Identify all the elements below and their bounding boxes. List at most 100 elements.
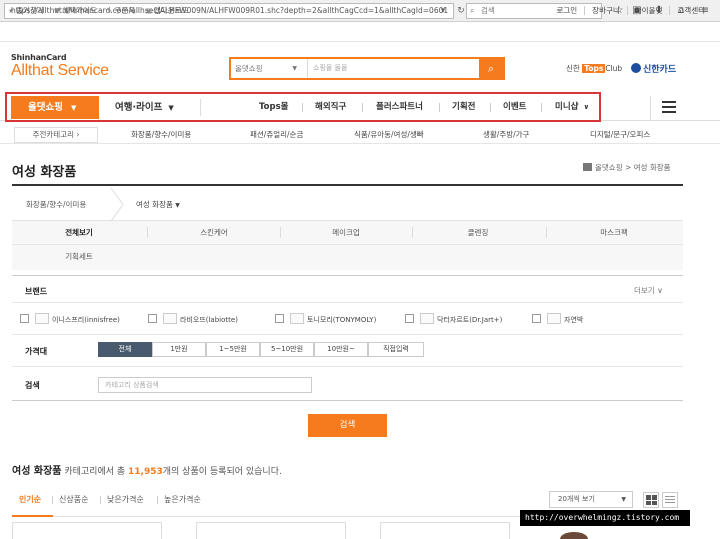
filter-search-button[interactable]: 검색 [308, 414, 387, 437]
tops-club-link[interactable]: 신한 Tops Club [566, 63, 622, 74]
brand-option[interactable]: 자연박 [532, 313, 583, 327]
chevron-right-icon: › [76, 130, 80, 139]
subcat-fashion[interactable]: 패션/쥬얼리/순금 [250, 127, 303, 143]
price-filter-label: 가격대 [25, 347, 48, 356]
brand-option[interactable]: 라비오뜨(labiotte) [148, 313, 238, 327]
subcat-food[interactable]: 식품/유아동/여성/생빠 [354, 127, 424, 143]
breadcrumb: 올댓쇼핑 > 여성 화장품 [583, 162, 671, 173]
checkbox[interactable] [275, 314, 284, 323]
category-makeup[interactable]: 메이크업 [328, 222, 364, 243]
list-view-icon[interactable] [662, 492, 678, 508]
subcat-living[interactable]: 생활/주방/가구 [483, 127, 529, 143]
sort-separator [100, 496, 101, 504]
sort-newest[interactable]: 신상품순 [59, 494, 88, 505]
product-card[interactable] [12, 522, 162, 539]
grid-view-icon[interactable] [643, 492, 659, 508]
category-path-parent[interactable]: 화장품/향수/이미용 [26, 188, 86, 221]
gift-icon: ♥ [53, 6, 61, 15]
favorites-link[interactable]: ★ 즐겨찾기 [8, 5, 44, 16]
filter-divider [12, 334, 683, 335]
brand-logo [547, 313, 561, 324]
shinhan-logo-icon [631, 63, 641, 73]
utility-left-links: ★ 즐겨찾기 ♥ 혜택가이드 ✎ 쿠폰북 ▣ 앱다운로드 [8, 0, 188, 20]
cell-separator [280, 227, 281, 238]
price-100k-plus-button[interactable]: 10만원~ [314, 342, 368, 357]
price-10k-button[interactable]: 1만원 [152, 342, 206, 357]
page-size-select[interactable]: 20개씩 보기 ▼ [549, 491, 633, 508]
watermark: http://overwhelmingz.tistory.com [520, 510, 690, 526]
search-category-select[interactable]: 올댓쇼핑 ▼ [235, 59, 301, 78]
login-link[interactable]: 로그인 [549, 6, 584, 15]
checkbox[interactable] [405, 314, 414, 323]
keyword-filter-label: 검색 [25, 381, 40, 390]
active-sort-indicator [12, 515, 53, 517]
filter-divider [12, 366, 683, 367]
utility-bar [0, 22, 720, 42]
brand-logo [35, 313, 49, 324]
cell-separator [147, 227, 148, 238]
category-skincare[interactable]: 스킨케어 [196, 222, 232, 243]
category-all[interactable]: 전체보기 [62, 222, 96, 243]
sort-high-price[interactable]: 높은가격순 [164, 494, 201, 505]
page-title: 여성 화장품 [12, 165, 77, 180]
hamburger-icon[interactable] [662, 101, 676, 113]
checkbox[interactable] [148, 314, 157, 323]
product-card[interactable] [380, 522, 510, 539]
logo-shinhancard[interactable]: ShinhanCard [11, 53, 67, 62]
search-icon: ⌕ [487, 62, 495, 75]
sort-low-price[interactable]: 낮은가격순 [107, 494, 144, 505]
brand-logo [163, 313, 177, 324]
result-summary: 여성 화장품 카테고리에서 총 11,953개의 상품이 등록되어 있습니다. [12, 466, 282, 477]
price-custom-button[interactable]: 직접입력 [368, 342, 424, 357]
app-icon: ▣ [145, 6, 152, 15]
checkbox[interactable] [532, 314, 541, 323]
browser-search-placeholder: 검색 [481, 6, 495, 15]
brand-logo [290, 313, 304, 324]
shinhancard-link[interactable]: 신한카드 [631, 62, 676, 75]
search-button[interactable]: ⌕ [479, 59, 503, 78]
my-allthat-link[interactable]: 마이올댓 [626, 5, 670, 15]
sort-popular[interactable]: 인기순 [19, 494, 41, 505]
customer-center-link[interactable]: 고객센터 [669, 5, 712, 15]
brand-option[interactable]: 닥터자르트(Dr.Jart+) [405, 313, 502, 327]
more-brands-button[interactable]: 더보기 ∨ [634, 285, 663, 296]
category-path: 화장품/향수/이미용 여성 화장품 ▼ [12, 188, 683, 221]
dropdown-icon[interactable]: ▾ [436, 3, 450, 19]
benefit-guide-link[interactable]: ♥ 혜택가이드 [54, 5, 97, 16]
path-arrow-icon [110, 188, 124, 221]
chevron-down-icon: ▼ [621, 496, 626, 503]
subcat-digital[interactable]: 디지털/문구/오피스 [590, 127, 650, 143]
brand-filter-label: 브랜드 [25, 287, 48, 296]
sort-separator [157, 496, 158, 504]
search-icon: ⌕ [470, 6, 475, 15]
title-divider [12, 184, 683, 186]
chevron-down-icon: ∨ [657, 286, 663, 295]
category-maskpack[interactable]: 마스크팩 [596, 222, 632, 243]
coupon-book-link[interactable]: ✎ 쿠폰북 [107, 5, 136, 16]
cell-separator [412, 227, 413, 238]
category-giftset[interactable]: 기획세트 [62, 246, 96, 267]
utility-right-links: 로그인 장바구니 마이올댓 고객센터 [549, 0, 712, 20]
brand-option[interactable]: 토니모리(TONYMOLY) [275, 313, 376, 327]
checkbox[interactable] [20, 314, 29, 323]
product-image [560, 532, 588, 539]
home-icon[interactable] [583, 163, 592, 171]
main-search-bar: 올댓쇼핑 ▼ 쇼핑몰 몰몰 ⌕ [229, 57, 505, 80]
app-download-link[interactable]: ▣ 앱다운로드 [145, 5, 188, 16]
gnb-divider [650, 96, 651, 120]
brand-option[interactable]: 이니스프리(innisfree) [20, 313, 120, 327]
chevron-down-icon: ▼ [292, 65, 297, 72]
category-cleansing[interactable]: 클렌징 [463, 222, 493, 243]
price-10k-50k-button[interactable]: 1~5만원 [206, 342, 260, 357]
price-all-button[interactable]: 전체 [98, 342, 152, 357]
logo-allthat-service[interactable]: Allthat Service [11, 62, 109, 80]
cart-link[interactable]: 장바구니 [584, 5, 627, 15]
star-icon: ★ [8, 6, 15, 15]
price-50k-100k-button[interactable]: 5~10만원 [260, 342, 314, 357]
main-search-input[interactable]: 쇼핑몰 몰몰 [307, 59, 347, 78]
category-search-input[interactable]: 카테고리 상품검색 [98, 377, 312, 393]
main-category-button[interactable]: 주전카테고리 › [14, 127, 98, 143]
subcat-beauty[interactable]: 화장품/향수/이미용 [131, 127, 191, 143]
product-card[interactable] [196, 522, 346, 539]
category-path-current[interactable]: 여성 화장품 ▼ [136, 188, 180, 222]
